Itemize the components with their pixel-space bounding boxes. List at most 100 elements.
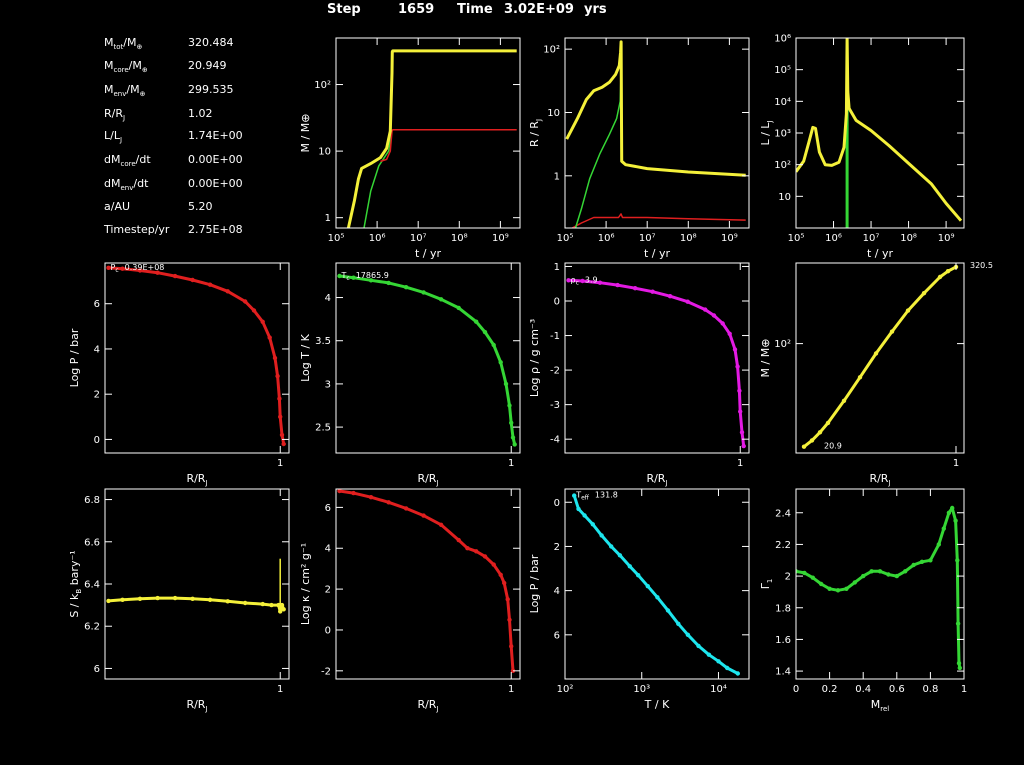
x-tick-label: 10⁸ [451, 233, 468, 244]
y-axis-label: Log P / bar [528, 554, 541, 613]
data-point [281, 607, 286, 612]
label-main: R / R [528, 121, 541, 147]
data-point [351, 490, 356, 496]
data-point [267, 335, 272, 340]
central-value-annotation: ρc 3.9 [571, 275, 598, 286]
plot-frame [795, 262, 965, 454]
x-tick-label: 0.4 [855, 684, 871, 695]
data-point [727, 331, 732, 336]
x-tick-label: 10⁷ [639, 233, 656, 244]
x-tick-label: 1 [961, 684, 967, 695]
y-tick-label: 1.4 [775, 667, 791, 678]
data-point [281, 441, 286, 447]
data-point [509, 420, 514, 425]
y-axis-label: Log κ / cm² g⁻¹ [299, 543, 312, 625]
label-subscript: J [204, 479, 207, 487]
data-point [225, 599, 230, 604]
data-point [617, 553, 623, 558]
annotation-value: 131.8 [595, 491, 618, 500]
y-tick-label: 6.6 [84, 537, 100, 548]
data-point [512, 442, 517, 447]
data-point [509, 644, 514, 649]
data-point [645, 584, 650, 589]
annotation-subscript: c [576, 279, 579, 286]
y-axis-label: M / M⊕ [299, 114, 312, 153]
data-point [627, 564, 632, 569]
x-tick-label: 1 [508, 684, 514, 695]
data-point [269, 602, 274, 608]
data-point [911, 562, 916, 568]
y-tick-label: 0 [554, 297, 560, 308]
plot-frame [795, 37, 965, 229]
data-point [894, 573, 899, 579]
x-tick-label: 10⁷ [863, 233, 880, 244]
y-axis-label-group: Log P / bar [528, 554, 541, 613]
y-axis-label-group: M / M⊕ [299, 114, 312, 153]
y-axis-label: Log ρ / g cm⁻³ [528, 319, 541, 397]
series-line-0 [108, 266, 286, 445]
annotation-value: 17865.9 [356, 271, 389, 280]
label-main: Log T / K [299, 333, 312, 382]
label-main: S / k [68, 593, 81, 618]
y-tick-label: 10² [774, 160, 791, 171]
y-tick-label: 2 [785, 572, 791, 583]
x-axis-label: t / yr [867, 247, 894, 260]
data-point [844, 586, 849, 591]
y-axis-label: Log T / K [299, 333, 312, 382]
x-axis-label: t / yr [644, 247, 671, 260]
x-tick-label: 10⁶ [598, 233, 615, 244]
label-subscript: J [766, 120, 774, 123]
annotation-subscript: c [346, 275, 349, 282]
data-point [260, 601, 265, 607]
data-point [716, 659, 721, 664]
y-tick-label: 2 [325, 585, 331, 596]
y-tick-label: 6 [94, 299, 100, 310]
label-main: R/R [417, 472, 436, 485]
chart-density-profile: 1-4-3-2-101R/RJLog ρ / g cm⁻³ρc 3.9 [528, 262, 750, 487]
label-subscript: 1 [766, 579, 774, 583]
data-point [676, 621, 681, 626]
y-tick-label: -2 [550, 366, 560, 377]
data-point [928, 558, 933, 563]
label-main: t / yr [867, 247, 894, 260]
data-point [827, 586, 832, 591]
plot-grid: 10⁵ 10⁶ 10⁷ 10⁸ 10⁹11010²t / yrM / M⊕10⁵ 10⁶ 1… [68, 34, 993, 714]
data-point [685, 299, 690, 304]
data-point [953, 518, 958, 523]
y-tick-label: 6 [325, 503, 331, 514]
y-tick-label: 10⁵ [774, 65, 791, 76]
data-point [819, 581, 824, 587]
label-main: t / yr [644, 247, 671, 260]
x-tick-label: 10⁴ [710, 684, 727, 695]
data-point [861, 573, 866, 579]
data-point [889, 329, 895, 334]
plot-frame [335, 37, 521, 229]
data-point [886, 572, 891, 577]
data-point [738, 409, 743, 414]
data-point [817, 430, 823, 435]
label-main: M / M⊕ [759, 339, 772, 378]
data-point [403, 506, 409, 511]
data-point [106, 598, 111, 604]
data-point [735, 671, 740, 676]
y-tick-label: 6.8 [84, 495, 100, 506]
label-subscript: rel [880, 705, 889, 713]
data-point [278, 414, 283, 419]
y-axis-label: S / kB bary⁻¹ [68, 550, 83, 617]
data-point [582, 513, 587, 518]
chart-mass-profile: 1 10² R/RJ M / M⊕ 320.5 20.9 [759, 261, 993, 487]
data-point [835, 588, 841, 593]
data-point [590, 522, 595, 527]
data-point [956, 661, 962, 666]
data-point [498, 360, 503, 365]
x-axis-label: Mrel [871, 698, 890, 713]
label-subscript: J [435, 705, 438, 713]
x-tick-label: 10⁵ [328, 233, 345, 244]
x-axis-label: R/RJ [186, 472, 207, 487]
data-point [368, 495, 374, 500]
plot-frame [104, 488, 290, 680]
data-point [599, 533, 604, 538]
data-point [243, 299, 248, 304]
x-tick-label: 0.2 [822, 684, 838, 695]
y-tick-label: 4 [325, 293, 331, 304]
